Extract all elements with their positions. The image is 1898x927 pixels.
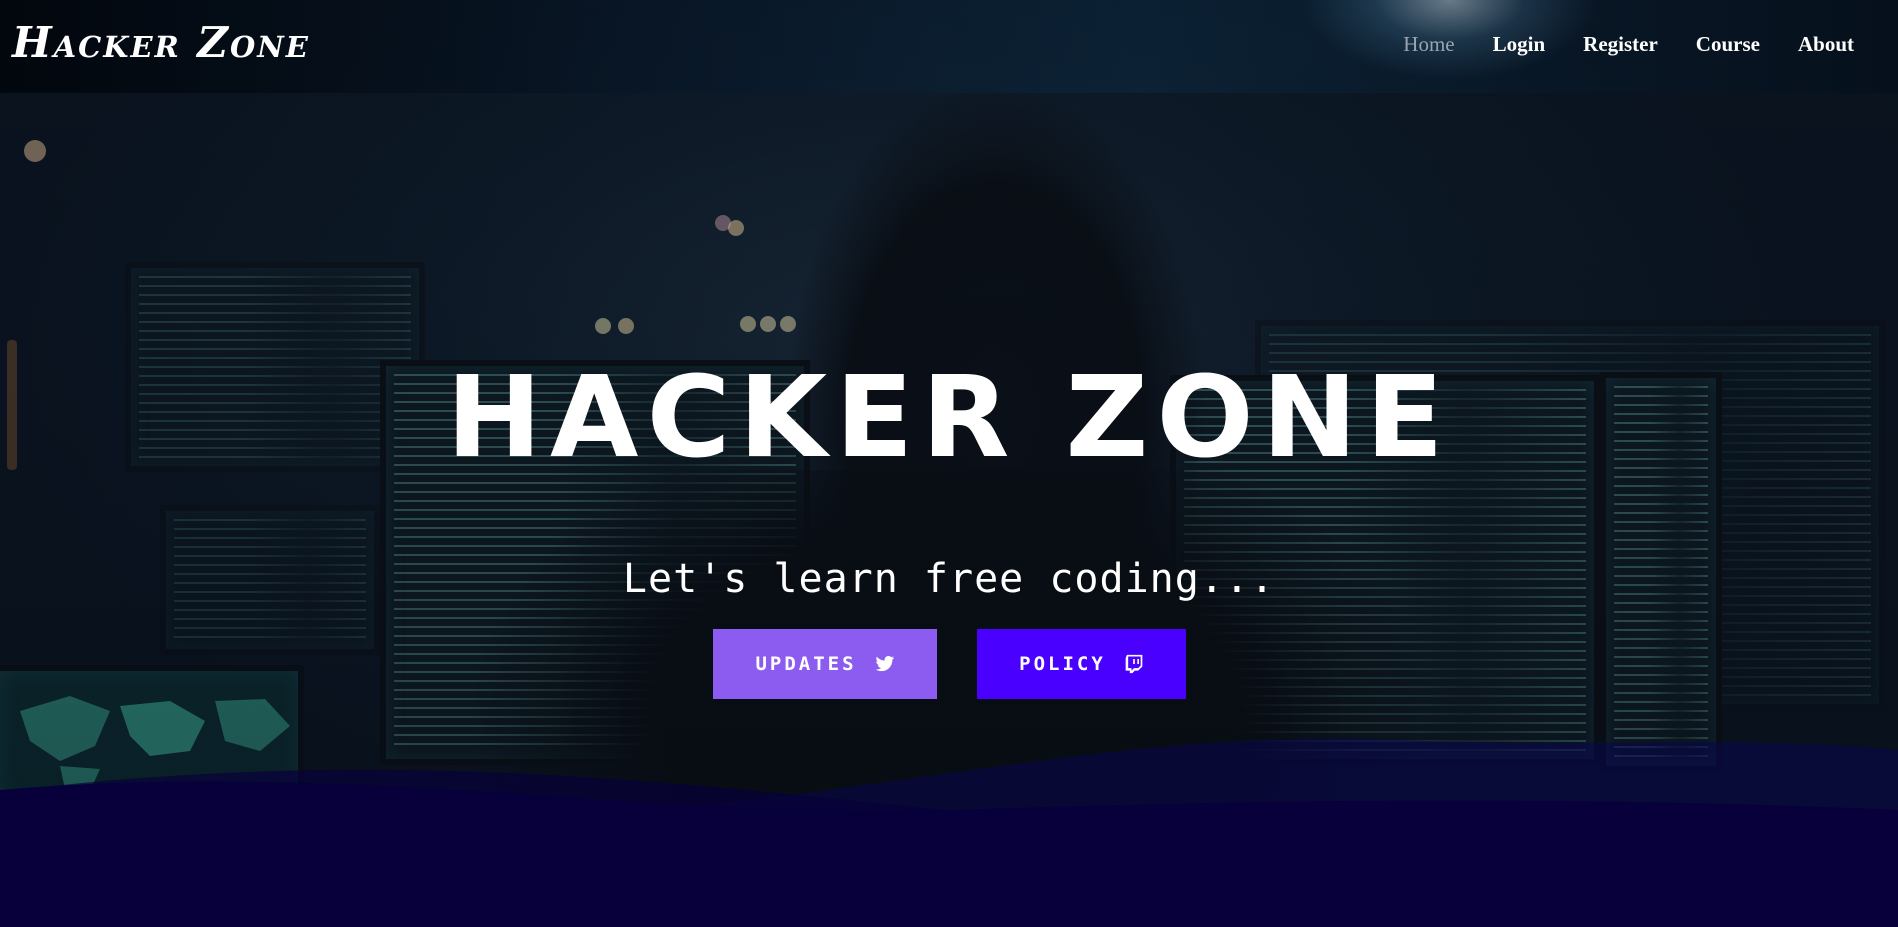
nav-item-login[interactable]: Login [1493, 32, 1546, 57]
nav-menu: Home Login Register Course About [1403, 32, 1854, 57]
navbar: Hacker Zone Home Login Register Course A… [0, 0, 1898, 93]
nav-item-register[interactable]: Register [1583, 32, 1658, 57]
brand-logo[interactable]: Hacker Zone [12, 18, 310, 67]
wave-divider [0, 738, 1898, 927]
nav-item-home[interactable]: Home [1403, 32, 1454, 57]
hero-subtitle: Let's learn free coding... [622, 556, 1276, 602]
policy-button-label: POLICY [1019, 653, 1106, 675]
policy-button[interactable]: POLICY [977, 629, 1186, 699]
nav-item-about[interactable]: About [1798, 32, 1854, 57]
nav-item-course[interactable]: Course [1696, 32, 1760, 57]
hero-title: HACKER ZONE [446, 353, 1452, 483]
updates-button[interactable]: UPDATES [713, 629, 937, 699]
twitch-icon [1125, 654, 1143, 674]
twitter-icon [875, 656, 894, 672]
updates-button-label: UPDATES [755, 653, 857, 675]
